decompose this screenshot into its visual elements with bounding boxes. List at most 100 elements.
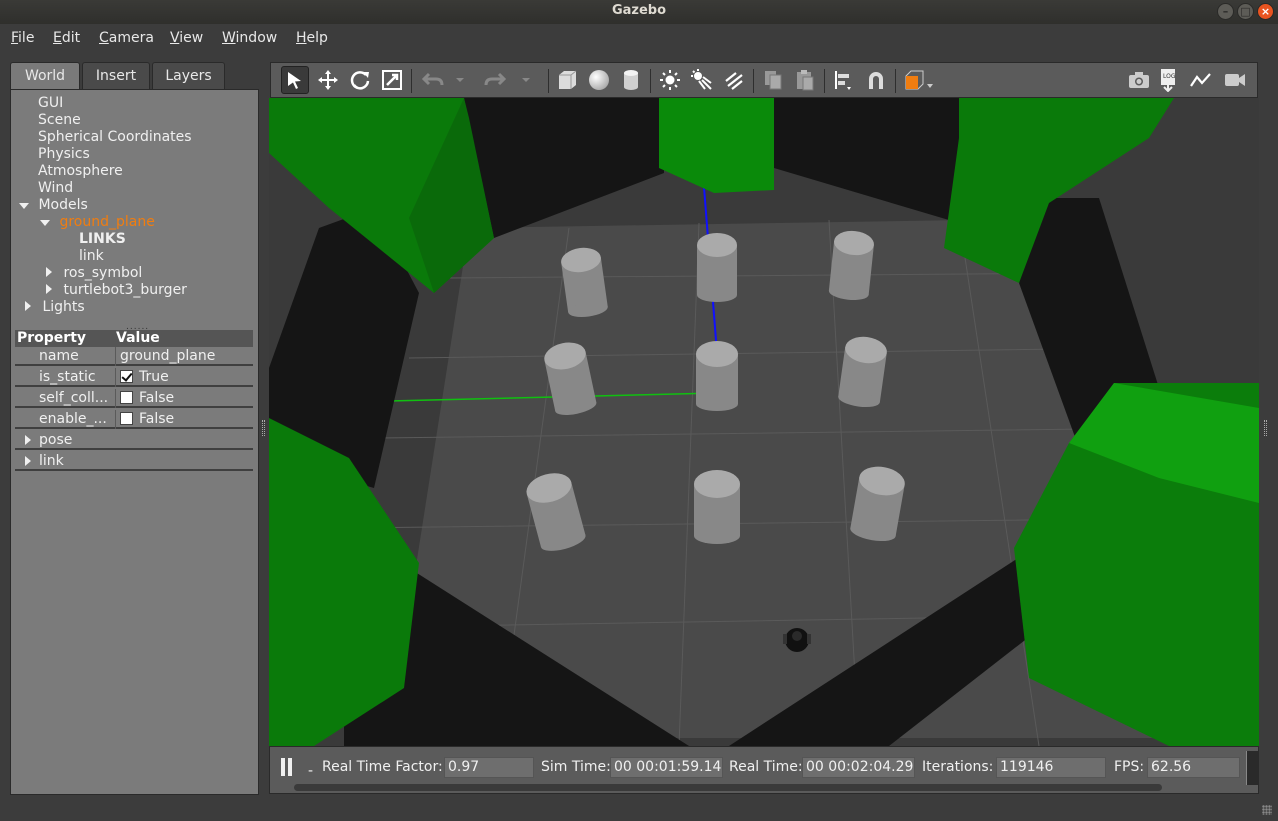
- tree-item-scene[interactable]: Scene: [38, 112, 81, 129]
- log-icon[interactable]: LOG: [1155, 66, 1183, 94]
- redo-history-icon[interactable]: [517, 66, 535, 94]
- title-bar: Gazebo – □ ×: [0, 0, 1278, 24]
- menu-camera[interactable]: Camera: [99, 30, 154, 46]
- undo-icon[interactable]: [419, 66, 447, 94]
- box-shape-icon[interactable]: [553, 66, 581, 94]
- scene-viewport[interactable]: [269, 98, 1259, 746]
- tab-insert[interactable]: Insert: [82, 62, 150, 90]
- svg-text:LOG: LOG: [1163, 73, 1176, 80]
- paste-icon[interactable]: [791, 66, 819, 94]
- pause-icon[interactable]: [280, 758, 294, 776]
- align-icon[interactable]: [830, 66, 858, 94]
- reset-time-button[interactable]: [1246, 751, 1258, 785]
- time-panel: - Real Time Factor: 0.97 Sim Time: 00 00…: [269, 746, 1259, 794]
- tab-world[interactable]: World: [10, 62, 80, 91]
- property-name: name: [39, 348, 79, 364]
- window-title: Gazebo: [611, 3, 667, 18]
- menu-view[interactable]: View: [170, 30, 203, 46]
- record-video-icon[interactable]: [1221, 66, 1249, 94]
- select-mode-icon[interactable]: [281, 66, 309, 94]
- property-pose-label: pose: [39, 432, 73, 448]
- menu-file[interactable]: File: [11, 30, 34, 46]
- tree-item-ros-symbol-label: ros_symbol: [63, 265, 143, 281]
- step-button[interactable]: -: [308, 763, 313, 779]
- property-value-name[interactable]: ground_plane: [115, 347, 253, 366]
- scale-mode-icon[interactable]: [378, 66, 406, 94]
- expand-arrow-icon[interactable]: [25, 435, 31, 445]
- tree-item-ground-plane-label: ground_plane: [59, 214, 155, 230]
- tree-item-spherical-coordinates[interactable]: Spherical Coordinates: [38, 129, 192, 146]
- real-time-factor-label: Real Time Factor:: [322, 759, 443, 775]
- property-value-enable-wind: False: [115, 410, 253, 429]
- collapse-arrow-icon[interactable]: [46, 284, 52, 294]
- tree-item-links-header: LINKS: [79, 231, 126, 247]
- directional-light-icon[interactable]: [720, 66, 748, 94]
- value-column-header: Value: [116, 330, 160, 346]
- time-panel-scrollbar[interactable]: [294, 784, 1162, 791]
- expand-arrow-icon[interactable]: [25, 456, 31, 466]
- fps-value: 62.56: [1147, 757, 1240, 778]
- view-angle-icon[interactable]: [901, 66, 937, 94]
- left-splitter-handle[interactable]: [262, 420, 265, 436]
- tree-item-physics[interactable]: Physics: [38, 146, 90, 163]
- spot-light-icon[interactable]: [688, 66, 716, 94]
- window-resize-grip-icon[interactable]: [1262, 805, 1272, 815]
- iterations-label: Iterations:: [922, 759, 994, 775]
- real-time-value: 00 00:02:04.290: [802, 757, 915, 778]
- tree-item-models[interactable]: Models: [19, 197, 88, 214]
- sphere-shape-icon[interactable]: [585, 66, 613, 94]
- is-static-checkbox[interactable]: [120, 370, 133, 383]
- tree-item-link[interactable]: link: [79, 248, 104, 265]
- tree-item-ground-plane[interactable]: ground_plane: [40, 214, 155, 231]
- undo-history-icon[interactable]: [451, 66, 469, 94]
- tree-item-ros-symbol[interactable]: ros_symbol: [46, 265, 142, 282]
- snap-icon[interactable]: [862, 66, 890, 94]
- translate-mode-icon[interactable]: [314, 66, 342, 94]
- fps-label: FPS:: [1114, 759, 1145, 775]
- sim-time-label: Sim Time:: [541, 759, 611, 775]
- tree-item-models-label: Models: [38, 197, 88, 213]
- property-value-self-collide: False: [115, 389, 253, 408]
- close-button[interactable]: ×: [1257, 3, 1274, 20]
- property-header: Property Value: [15, 330, 253, 347]
- property-name: is_static: [39, 369, 96, 385]
- tree-item-lights[interactable]: Lights: [25, 299, 85, 316]
- property-row-enable-wind: enable_... False: [15, 410, 253, 429]
- real-time-factor-value: 0.97: [444, 757, 534, 778]
- rotate-mode-icon[interactable]: [346, 66, 374, 94]
- property-row-is-static: is_static True: [15, 368, 253, 387]
- point-light-icon[interactable]: [656, 66, 684, 94]
- sim-time-value: 00 00:01:59.146: [610, 757, 723, 778]
- tree-item-atmosphere[interactable]: Atmosphere: [38, 163, 123, 180]
- minimize-button[interactable]: –: [1217, 3, 1234, 20]
- expand-arrow-icon[interactable]: [40, 220, 50, 226]
- tree-item-turtlebot3-burger[interactable]: turtlebot3_burger: [46, 282, 187, 299]
- menu-edit[interactable]: Edit: [53, 30, 80, 46]
- right-splitter-handle[interactable]: [1264, 420, 1267, 436]
- copy-icon[interactable]: [759, 66, 787, 94]
- expand-arrow-icon[interactable]: [19, 203, 29, 209]
- menu-bar: File Edit Camera View Window Help: [0, 24, 1278, 56]
- property-row-link[interactable]: link: [15, 452, 253, 471]
- property-column-header: Property: [17, 330, 87, 346]
- property-value-is-static: True: [115, 368, 253, 387]
- property-row-pose[interactable]: pose: [15, 431, 253, 450]
- screenshot-icon[interactable]: [1125, 66, 1153, 94]
- property-row-self-collide: self_coll... False: [15, 389, 253, 408]
- cylinder-shape-icon[interactable]: [617, 66, 645, 94]
- redo-icon[interactable]: [481, 66, 509, 94]
- maximize-button[interactable]: □: [1237, 3, 1254, 20]
- collapse-arrow-icon[interactable]: [46, 267, 52, 277]
- menu-window[interactable]: Window: [222, 30, 277, 46]
- menu-help[interactable]: Help: [296, 30, 328, 46]
- iterations-value: 119146: [996, 757, 1106, 778]
- property-link-label: link: [39, 453, 64, 469]
- self-collide-checkbox[interactable]: [120, 391, 133, 404]
- plot-icon[interactable]: [1187, 66, 1215, 94]
- collapse-arrow-icon[interactable]: [25, 301, 31, 311]
- tree-item-turtlebot3-burger-label: turtlebot3_burger: [63, 282, 187, 298]
- tree-item-wind[interactable]: Wind: [38, 180, 73, 197]
- tab-layers[interactable]: Layers: [152, 62, 225, 90]
- tree-item-gui[interactable]: GUI: [38, 95, 63, 112]
- enable-wind-checkbox[interactable]: [120, 412, 133, 425]
